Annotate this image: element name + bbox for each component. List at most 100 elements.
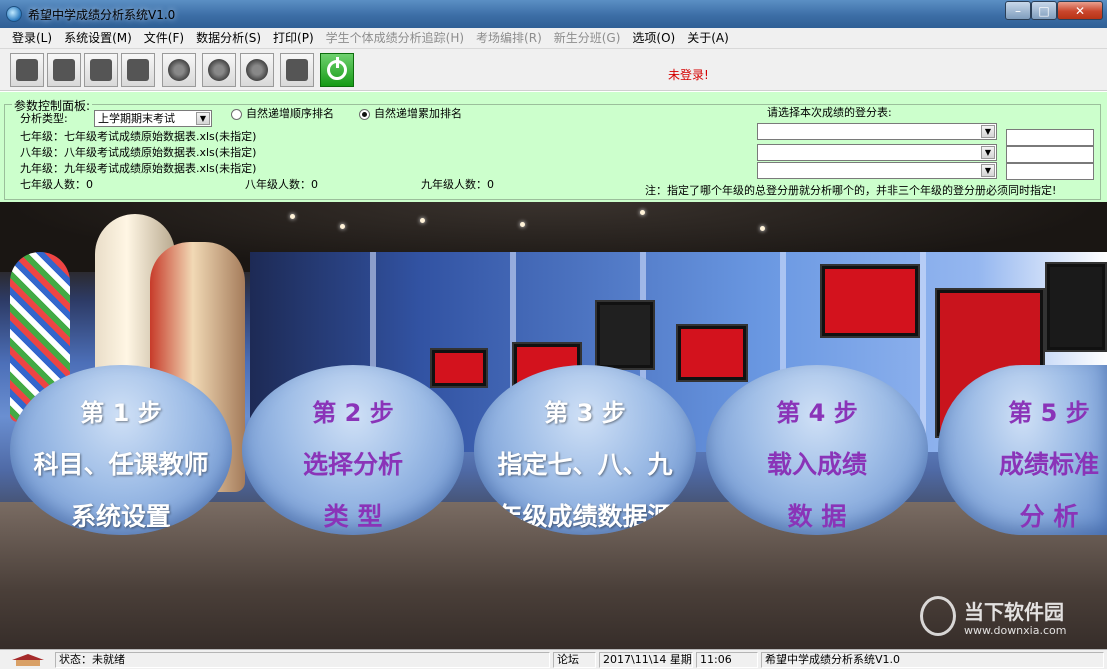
ceiling-light: [290, 214, 295, 219]
maximize-button[interactable]: □: [1031, 1, 1057, 20]
close-button[interactable]: ✕: [1057, 1, 1103, 20]
score-table-label: 请选择本次成绩的登分表:: [767, 106, 892, 119]
step-1-line3: 系统设置: [70, 502, 171, 531]
blank-icon: [286, 59, 308, 81]
radio-cumulative-label: 自然递增累加排名: [374, 107, 462, 120]
status-text: 状态：未就绪: [55, 652, 550, 668]
step-4-line3: 数 据: [787, 502, 847, 531]
step-5-line2: 成绩标准: [998, 450, 1099, 479]
step-2-bubble[interactable]: 第 2 步 选择分析 类 型: [242, 365, 464, 535]
ceiling-light: [640, 210, 645, 215]
menu-new-class[interactable]: 新生分班(G): [548, 29, 627, 48]
analysis-type-select[interactable]: 上学期期末考试 ▼: [94, 110, 212, 127]
grade9-table-field[interactable]: [1006, 163, 1094, 180]
hero-area: 第 1 步 科目、任课教师 系统设置 第 2 步 选择分析 类 型 第 3 步 …: [0, 202, 1107, 649]
menu-login[interactable]: 登录(L): [6, 29, 58, 48]
step-1-line2: 科目、任课教师: [33, 450, 209, 479]
toolbar-button-2[interactable]: [47, 53, 81, 87]
tool-3-icon: [90, 59, 112, 81]
status-date: 2017\11\14 星期二: [599, 652, 693, 668]
grade7-table-field[interactable]: [1006, 129, 1094, 146]
watermark: 当下软件园 www.downxia.com: [920, 594, 1090, 644]
tool-4-icon: [127, 59, 149, 81]
toolbar-button-3[interactable]: [84, 53, 118, 87]
grade8-count: 八年级人数：0: [245, 178, 318, 191]
toolbar-button-group[interactable]: [240, 53, 274, 87]
step-4-title: 第 4 步: [776, 399, 858, 427]
grade9-source: 九年级：九年级考试成绩原始数据表.xls(未指定): [20, 162, 257, 175]
step-5-line3: 分 析: [1019, 502, 1079, 531]
toolbar-button-4[interactable]: [121, 53, 155, 87]
menu-options[interactable]: 选项(O): [626, 29, 681, 48]
grade8-table-field[interactable]: [1006, 146, 1094, 163]
chevron-down-icon[interactable]: ▼: [196, 112, 210, 125]
toolbar-button-blank[interactable]: [280, 53, 314, 87]
title-bar[interactable]: 希望中学成绩分析系统V1.0 – □ ✕: [0, 0, 1107, 28]
display-screen: [820, 264, 920, 338]
analysis-type-label: 分析类型:: [20, 112, 68, 125]
grade7-source: 七年级：七年级考试成绩原始数据表.xls(未指定): [20, 130, 257, 143]
tool-1-icon: [16, 59, 38, 81]
step-3-bubble[interactable]: 第 3 步 指定七、八、九 年级成绩数据源: [474, 365, 696, 535]
step-5-bubble[interactable]: 第 5 步 成绩标准 分 析: [938, 365, 1107, 535]
display-screen: [595, 300, 655, 370]
grade7-table-select[interactable]: ▼: [757, 123, 997, 140]
ceiling-light: [520, 222, 525, 227]
step-2-line3: 类 型: [323, 502, 383, 531]
toolbar-button-disk[interactable]: [202, 53, 236, 87]
tool-2-icon: [53, 59, 75, 81]
display-screen: [1045, 262, 1107, 352]
chevron-down-icon[interactable]: ▼: [981, 146, 995, 159]
step-1-title: 第 1 步: [80, 399, 162, 427]
power-icon: [327, 57, 347, 80]
panel-note: 注：指定了哪个年级的总登分册就分析哪个的，并非三个年级的登分册必须同时指定!: [645, 184, 1057, 197]
step-3-line2: 指定七、八、九: [497, 450, 673, 479]
menu-bar: 登录(L) 系统设置(M) 文件(F) 数据分析(S) 打印(P) 学生个体成绩…: [0, 28, 1107, 49]
toolbar-button-power[interactable]: [320, 53, 354, 87]
toolbar-button-1[interactable]: [10, 53, 44, 87]
menu-about[interactable]: 关于(A): [681, 29, 735, 48]
status-forum[interactable]: 论坛: [553, 652, 596, 668]
login-status: 未登录!: [668, 68, 709, 82]
step-4-line2: 载入成绩: [766, 450, 867, 479]
step-5-title: 第 5 步: [1008, 399, 1090, 427]
screen-face: [435, 353, 483, 383]
grade8-source: 八年级：八年级考试成绩原始数据表.xls(未指定): [20, 146, 257, 159]
grade9-table-select[interactable]: ▼: [757, 162, 997, 179]
radio-sequential[interactable]: [231, 109, 242, 120]
screen-face: [600, 305, 650, 365]
screen-face: [825, 269, 915, 333]
menu-exam-room[interactable]: 考场编排(R): [470, 29, 548, 48]
menu-system-settings[interactable]: 系统设置(M): [58, 29, 138, 48]
chevron-down-icon[interactable]: ▼: [981, 164, 995, 177]
display-screen: [676, 324, 748, 382]
radio-sequential-label: 自然递增顺序排名: [246, 107, 334, 120]
step-2-line2: 选择分析: [302, 450, 403, 479]
analysis-type-value: 上学期期末考试: [98, 112, 175, 125]
menu-student-tracking[interactable]: 学生个体成绩分析追踪(H): [320, 29, 470, 48]
window-title: 希望中学成绩分析系统V1.0: [28, 8, 176, 22]
menu-data-analysis[interactable]: 数据分析(S): [190, 29, 267, 48]
menu-print[interactable]: 打印(P): [267, 29, 320, 48]
disk-icon: [208, 59, 230, 81]
menu-file[interactable]: 文件(F): [138, 29, 190, 48]
step-4-bubble[interactable]: 第 4 步 载入成绩 数 据: [706, 365, 928, 535]
clock-icon: [168, 59, 190, 81]
toolbar: 未登录!: [0, 49, 1107, 91]
minimize-button[interactable]: –: [1005, 1, 1031, 20]
step-1-bubble[interactable]: 第 1 步 科目、任课教师 系统设置: [10, 365, 232, 535]
group-icon: [246, 59, 268, 81]
screen-face: [681, 329, 743, 377]
toolbar-button-clock[interactable]: [162, 53, 196, 87]
grade7-count: 七年级人数：0: [20, 178, 93, 191]
grade8-table-select[interactable]: ▼: [757, 144, 997, 161]
radio-cumulative[interactable]: [359, 109, 370, 120]
step-2-title: 第 2 步: [312, 399, 394, 427]
step-3-title: 第 3 步: [544, 399, 626, 427]
chevron-down-icon[interactable]: ▼: [981, 125, 995, 138]
watermark-url: www.downxia.com: [964, 624, 1067, 637]
ceiling-light: [420, 218, 425, 223]
house-icon: [12, 654, 44, 666]
screen-face: [1050, 267, 1102, 347]
step-3-line3: 年级成绩数据源: [497, 502, 673, 531]
